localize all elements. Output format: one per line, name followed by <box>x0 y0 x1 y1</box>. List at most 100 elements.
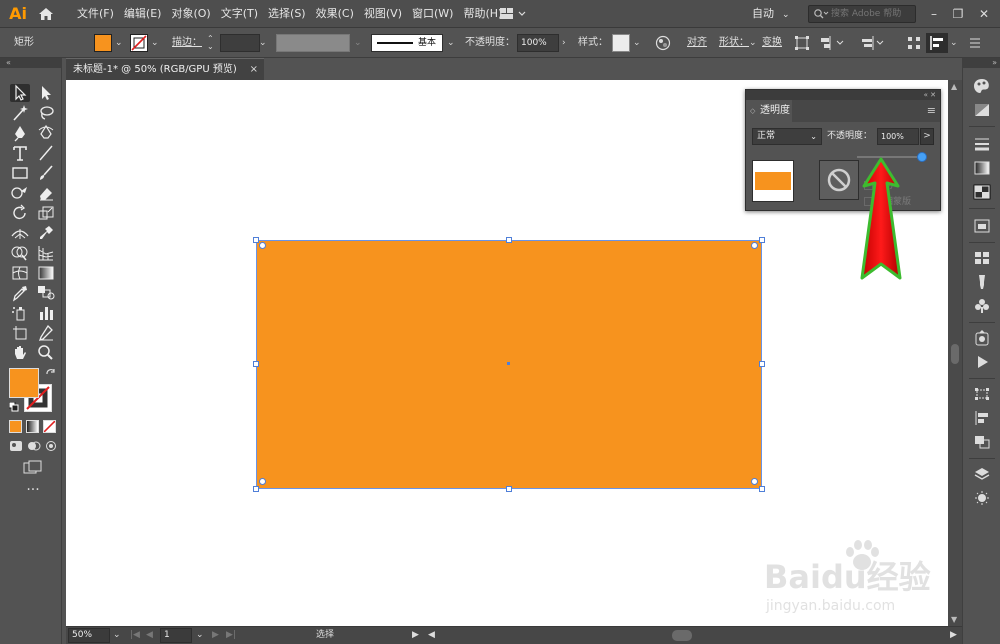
tools-collapse-strip[interactable]: « <box>0 58 62 68</box>
close-window-button[interactable]: ✕ <box>972 0 996 28</box>
color-mode-icon[interactable] <box>9 420 22 433</box>
align-panel-icon[interactable] <box>973 410 991 426</box>
handle-middle-right[interactable] <box>759 361 765 367</box>
actions-panel-icon[interactable] <box>973 354 991 370</box>
corner-widget-top-right[interactable] <box>751 242 758 249</box>
brush-dropdown-icon[interactable]: ⌄ <box>447 35 457 51</box>
scroll-right-icon[interactable]: ▶ <box>950 627 957 644</box>
blend-mode-select[interactable]: 正常 ⌄ <box>752 128 822 145</box>
arrange-icon[interactable] <box>906 28 922 58</box>
horizontal-scroll-thumb[interactable] <box>672 630 692 641</box>
align-left-icon[interactable] <box>926 33 948 53</box>
artboards-panel-icon[interactable] <box>973 490 991 506</box>
handle-top-center[interactable] <box>506 237 512 243</box>
dock-collapse-strip[interactable]: » <box>963 58 1000 68</box>
isolate-icon[interactable] <box>794 28 810 58</box>
default-colors-icon[interactable] <box>8 401 19 412</box>
panel-titlebar[interactable]: « ✕ <box>746 90 940 100</box>
mesh-tool-icon[interactable] <box>10 264 30 282</box>
menu-effect[interactable]: 效果(C) <box>311 0 359 28</box>
make-mask-button[interactable] <box>819 160 859 200</box>
fill-dropdown-icon[interactable]: ⌄ <box>115 35 125 51</box>
stroke-panel-icon[interactable] <box>973 136 991 152</box>
swap-colors-icon[interactable] <box>45 368 57 380</box>
swatches-panel-icon[interactable] <box>973 250 991 266</box>
opacity-field[interactable]: 100% <box>517 34 559 52</box>
stroke-weight-dropdown-icon[interactable]: ⌄ <box>259 35 269 51</box>
brush-definition-field[interactable]: 基本 <box>371 34 443 52</box>
transform-label[interactable]: 变换 <box>762 28 782 58</box>
panel-expand-icon[interactable]: ◇ <box>750 100 755 122</box>
pen-tool-icon[interactable] <box>10 124 30 142</box>
handle-bottom-right[interactable] <box>759 486 765 492</box>
more-tools-icon[interactable]: ··· <box>22 483 44 498</box>
help-search[interactable] <box>808 5 916 23</box>
draw-behind-icon[interactable] <box>27 440 41 452</box>
column-graph-tool-icon[interactable] <box>36 304 56 322</box>
style-dropdown-icon[interactable]: ⌄ <box>633 35 643 51</box>
type-tool-icon[interactable] <box>10 144 30 162</box>
maximize-button[interactable]: ❐ <box>946 0 970 28</box>
gradient-mode-icon[interactable] <box>26 420 39 433</box>
rotate-tool-icon[interactable] <box>10 204 30 222</box>
scroll-left-icon[interactable]: ◀ <box>428 627 435 644</box>
workspace-switcher[interactable]: 自动 ⌄ <box>752 0 790 28</box>
minimize-button[interactable]: – <box>922 0 946 28</box>
slice-tool-icon[interactable] <box>36 324 56 342</box>
gradient-tool-icon[interactable] <box>36 264 56 282</box>
corner-widget-top-left[interactable] <box>259 242 266 249</box>
opacity-slider-toggle[interactable]: > <box>920 128 934 145</box>
align-horizontal-icon[interactable] <box>820 28 846 58</box>
object-thumbnail[interactable] <box>752 160 794 202</box>
draw-inside-icon[interactable] <box>45 440 57 452</box>
transparency-tab[interactable]: ◇ 透明度 <box>746 100 792 122</box>
curvature-tool-icon[interactable] <box>36 124 56 142</box>
handle-top-right[interactable] <box>759 237 765 243</box>
scale-tool-icon[interactable] <box>36 204 56 222</box>
fill-swatch[interactable] <box>94 34 112 52</box>
shape-builder-tool-icon[interactable] <box>10 244 30 262</box>
stroke-dropdown-icon[interactable]: ⌄ <box>151 35 161 51</box>
menu-type[interactable]: 文字(T) <box>216 0 263 28</box>
document-tab[interactable]: 未标题-1* @ 50% (RGB/GPU 预览) × <box>66 58 264 80</box>
next-artboard-icon[interactable]: ▶ <box>212 627 219 644</box>
control-bar-menu-icon[interactable] <box>968 28 982 58</box>
corner-widget-bottom-right[interactable] <box>751 478 758 485</box>
artboard-tool-icon[interactable] <box>10 324 30 342</box>
zoom-tool-icon[interactable] <box>36 344 56 362</box>
line-segment-tool-icon[interactable] <box>36 144 56 162</box>
zoom-dropdown-icon[interactable]: ⌄ <box>113 627 121 644</box>
rectangle-tool-icon[interactable] <box>10 164 30 182</box>
stroke-weight-stepper[interactable]: ⌃ ⌄ <box>207 35 217 51</box>
appearance-panel-icon[interactable] <box>973 218 991 234</box>
transform-panel-icon[interactable] <box>973 386 991 402</box>
width-tool-icon[interactable] <box>10 224 30 242</box>
asset-export-icon[interactable] <box>973 330 991 346</box>
panel-menu-icon[interactable]: ≡ <box>927 104 936 117</box>
shaper-tool-icon[interactable] <box>10 184 30 202</box>
lasso-tool-icon[interactable] <box>36 104 56 122</box>
handle-bottom-center[interactable] <box>506 486 512 492</box>
symbol-sprayer-tool-icon[interactable] <box>10 304 30 322</box>
none-mode-icon[interactable] <box>43 420 56 433</box>
opacity-slider-knob[interactable] <box>917 152 927 162</box>
screen-mode-icon[interactable] <box>22 460 44 476</box>
pathfinder-panel-icon[interactable] <box>973 434 991 450</box>
gradient-panel-icon[interactable] <box>973 160 991 176</box>
draw-normal-icon[interactable] <box>9 440 23 452</box>
scroll-down-icon[interactable]: ▼ <box>951 615 957 624</box>
layers-panel-icon[interactable] <box>973 466 991 482</box>
symbols-panel-icon[interactable] <box>973 298 991 314</box>
handle-top-left[interactable] <box>253 237 259 243</box>
brushes-panel-icon[interactable] <box>973 274 991 290</box>
variable-width-profile[interactable] <box>276 34 350 52</box>
panel-opacity-field[interactable]: 100% <box>877 128 919 145</box>
handle-bottom-left[interactable] <box>253 486 259 492</box>
previous-artboard-icon[interactable]: ◀ <box>146 627 153 644</box>
help-search-input[interactable] <box>831 7 913 21</box>
color-panel-icon[interactable] <box>973 78 991 94</box>
vertical-scrollbar[interactable]: ▲ ▼ <box>948 80 962 626</box>
opacity-step-icon[interactable]: › <box>562 35 572 51</box>
scroll-up-icon[interactable]: ▲ <box>951 82 957 91</box>
hand-tool-icon[interactable] <box>10 344 30 362</box>
